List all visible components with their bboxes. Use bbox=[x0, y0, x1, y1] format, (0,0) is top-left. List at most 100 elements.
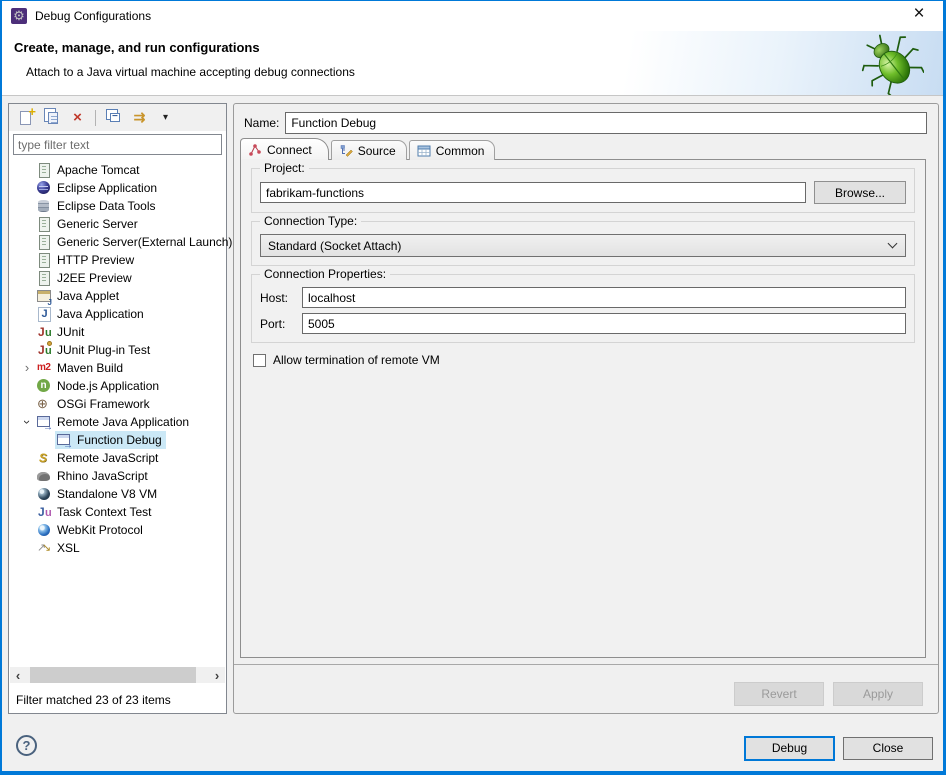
collapse-chevron-icon[interactable] bbox=[19, 415, 35, 429]
help-icon[interactable]: ? bbox=[16, 735, 37, 756]
webkit-icon bbox=[36, 522, 52, 538]
osgi-icon bbox=[36, 396, 52, 412]
host-input[interactable] bbox=[302, 287, 906, 308]
project-group: Project: Browse... bbox=[251, 168, 915, 213]
nodejs-icon bbox=[36, 378, 52, 394]
scrollbar-thumb[interactable] bbox=[30, 667, 196, 683]
close-button[interactable]: Close bbox=[843, 737, 933, 760]
scrollbar-track[interactable] bbox=[26, 667, 209, 683]
tree-item-java-applet[interactable]: Java Applet bbox=[9, 287, 226, 305]
allow-termination-checkbox[interactable] bbox=[253, 354, 266, 367]
header-banner: Create, manage, and run configurations A… bbox=[0, 31, 946, 96]
apply-button[interactable]: Apply bbox=[833, 682, 923, 706]
server-icon bbox=[36, 270, 52, 286]
tab-common[interactable]: Common bbox=[409, 140, 496, 160]
server-icon bbox=[36, 162, 52, 178]
tree-toolbar: × ⇉ ▾ bbox=[9, 104, 226, 131]
xsl-icon bbox=[36, 540, 52, 556]
scroll-right-icon[interactable]: › bbox=[209, 668, 225, 683]
connection-type-group-label: Connection Type: bbox=[260, 214, 361, 228]
configuration-detail-panel: Name: Connect Source bbox=[233, 103, 939, 714]
connection-properties-group-label: Connection Properties: bbox=[260, 267, 390, 281]
name-input[interactable] bbox=[285, 112, 927, 134]
java-applet-icon bbox=[36, 288, 52, 304]
eclipse-icon bbox=[36, 180, 52, 196]
project-group-label: Project: bbox=[260, 161, 309, 175]
tree-item-remote-javascript[interactable]: Remote JavaScript bbox=[9, 449, 226, 467]
tree-item-junit-plugin-test[interactable]: JUnit Plug-in Test bbox=[9, 341, 226, 359]
tree-item-maven-build[interactable]: Maven Build bbox=[9, 359, 226, 377]
maven-icon bbox=[36, 360, 52, 376]
scroll-left-icon[interactable]: ‹ bbox=[10, 668, 26, 683]
connect-tab-content: Project: Browse... Connection Type: Stan… bbox=[240, 159, 926, 658]
server-icon bbox=[36, 216, 52, 232]
chevron-down-icon bbox=[888, 239, 898, 249]
tree-item-function-debug[interactable]: Function Debug bbox=[9, 431, 226, 449]
host-label: Host: bbox=[260, 291, 294, 305]
connection-type-group: Connection Type: Standard (Socket Attach… bbox=[251, 221, 915, 266]
banner-title: Create, manage, and run configurations bbox=[14, 40, 260, 55]
debug-bug-icon bbox=[860, 33, 924, 95]
horizontal-scrollbar[interactable]: ‹ › bbox=[10, 667, 225, 683]
tree-item-junit[interactable]: JUnit bbox=[9, 323, 226, 341]
tree-item-eclipse-data-tools[interactable]: Eclipse Data Tools bbox=[9, 197, 226, 215]
tree-item-xsl[interactable]: XSL bbox=[9, 539, 226, 557]
filter-configurations-icon[interactable]: ⇉ bbox=[131, 109, 148, 126]
window-close-icon[interactable]: × bbox=[900, 0, 938, 30]
tree-item-standalone-v8-vm[interactable]: Standalone V8 VM bbox=[9, 485, 226, 503]
window-title: Debug Configurations bbox=[35, 9, 151, 23]
project-input[interactable] bbox=[260, 182, 806, 203]
remote-java-icon bbox=[36, 414, 52, 430]
task-context-icon bbox=[36, 504, 52, 520]
filter-status-text: Filter matched 23 of 23 items bbox=[16, 693, 171, 707]
tree-item-generic-server-external[interactable]: Generic Server(External Launch) bbox=[9, 233, 226, 251]
server-icon bbox=[36, 234, 52, 250]
rhino-icon bbox=[36, 468, 52, 484]
collapse-all-icon[interactable] bbox=[105, 109, 122, 126]
titlebar[interactable]: ⚙ Debug Configurations × bbox=[0, 0, 946, 31]
tree-item-generic-server[interactable]: Generic Server bbox=[9, 215, 226, 233]
tree-item-apache-tomcat[interactable]: Apache Tomcat bbox=[9, 161, 226, 179]
duplicate-configuration-icon[interactable] bbox=[43, 109, 60, 126]
tree-item-java-application[interactable]: Java Application bbox=[9, 305, 226, 323]
menu-caret-icon[interactable]: ▾ bbox=[157, 109, 174, 126]
tree-item-http-preview[interactable]: HTTP Preview bbox=[9, 251, 226, 269]
new-configuration-icon[interactable] bbox=[17, 109, 34, 126]
delete-configuration-icon[interactable]: × bbox=[69, 109, 86, 126]
configuration-tree: Apache Tomcat Eclipse Application Eclips… bbox=[9, 159, 226, 557]
database-icon bbox=[36, 198, 52, 214]
tree-item-webkit-protocol[interactable]: WebKit Protocol bbox=[9, 521, 226, 539]
java-application-icon bbox=[36, 306, 52, 322]
connection-type-value: Standard (Socket Attach) bbox=[268, 239, 401, 253]
allow-termination-label: Allow termination of remote VM bbox=[273, 353, 440, 367]
tree-item-eclipse-application[interactable]: Eclipse Application bbox=[9, 179, 226, 197]
tree-item-rhino-javascript[interactable]: Rhino JavaScript bbox=[9, 467, 226, 485]
connection-type-select[interactable]: Standard (Socket Attach) bbox=[260, 234, 906, 257]
tree-item-task-context-test[interactable]: Task Context Test bbox=[9, 503, 226, 521]
connection-properties-group: Connection Properties: Host: Port: bbox=[251, 274, 915, 343]
dialog-gear-icon: ⚙ bbox=[11, 8, 27, 24]
common-icon bbox=[417, 144, 431, 158]
debug-button[interactable]: Debug bbox=[744, 736, 835, 761]
server-icon bbox=[36, 252, 52, 268]
junit-plugin-icon bbox=[36, 342, 52, 358]
banner-subtitle: Attach to a Java virtual machine accepti… bbox=[26, 65, 355, 79]
expand-chevron-icon[interactable] bbox=[19, 361, 35, 375]
v8-icon bbox=[36, 486, 52, 502]
filter-input[interactable] bbox=[13, 134, 222, 155]
name-label: Name: bbox=[244, 116, 279, 130]
revert-button[interactable]: Revert bbox=[734, 682, 824, 706]
browse-button[interactable]: Browse... bbox=[814, 181, 906, 204]
toolbar-divider bbox=[95, 110, 96, 126]
port-input[interactable] bbox=[302, 313, 906, 334]
tree-item-nodejs-application[interactable]: Node.js Application bbox=[9, 377, 226, 395]
tree-item-remote-java-application[interactable]: Remote Java Application bbox=[9, 413, 226, 431]
configuration-tree-panel: × ⇉ ▾ Apache Tomcat Eclipse Application … bbox=[8, 103, 227, 714]
tree-item-osgi-framework[interactable]: OSGi Framework bbox=[9, 395, 226, 413]
tab-connect[interactable]: Connect bbox=[240, 138, 329, 160]
tab-bar: Connect Source Common bbox=[240, 138, 497, 160]
button-bar-separator bbox=[234, 664, 938, 665]
junit-icon bbox=[36, 324, 52, 340]
tree-item-j2ee-preview[interactable]: J2EE Preview bbox=[9, 269, 226, 287]
tab-source[interactable]: Source bbox=[331, 140, 407, 160]
